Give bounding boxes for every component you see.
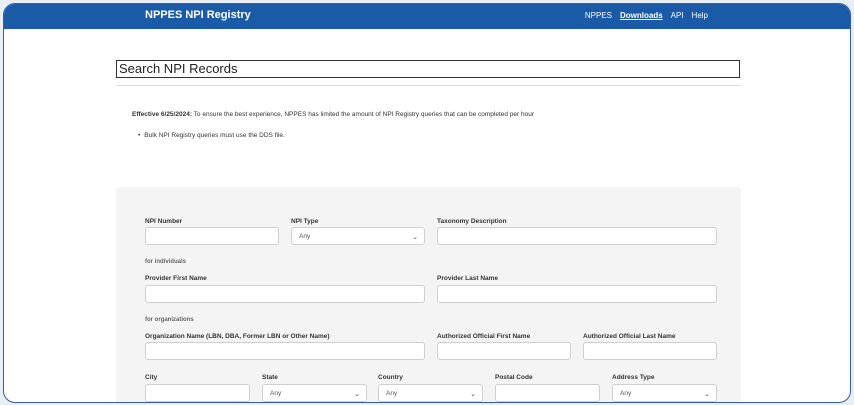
country-select[interactable]: Any ⌄ (378, 384, 483, 402)
chevron-down-icon: ⌄ (704, 391, 710, 398)
notice-bullet: Bulk NPI Registry queries must use the D… (138, 132, 285, 139)
site-brand[interactable]: NPPES NPI Registry (145, 9, 251, 21)
state-value: Any (270, 390, 282, 397)
state-select[interactable]: Any ⌄ (262, 384, 367, 402)
address-type-value: Any (620, 390, 632, 397)
auth-last-input[interactable] (583, 342, 717, 360)
auth-first-input[interactable] (437, 342, 571, 360)
nav-item-downloads[interactable]: Downloads (620, 11, 663, 20)
notice-date: Effective 6/25/2024: (132, 111, 192, 118)
country-value: Any (386, 390, 398, 397)
auth-first-label: Authorized Official First Name (437, 333, 531, 340)
first-name-input[interactable] (145, 285, 425, 303)
nav-item-nppes[interactable]: NPPES (585, 11, 612, 20)
nav-menu: NPPES Downloads API Help (585, 11, 708, 20)
last-name-input[interactable] (437, 285, 717, 303)
state-label: State (262, 374, 278, 381)
notice-body: To ensure the best experience, NPPES has… (191, 111, 535, 118)
npi-type-select[interactable]: Any ⌄ (291, 227, 425, 245)
nav-item-help[interactable]: Help (692, 11, 708, 20)
top-nav-bar: NPPES NPI Registry NPPES Downloads API H… (4, 4, 850, 29)
taxonomy-input[interactable] (437, 227, 717, 245)
page-title-box: Search NPI Records (116, 60, 740, 78)
auth-last-label: Authorized Official Last Name (583, 333, 676, 340)
chevron-down-icon: ⌄ (470, 391, 476, 398)
notice-text: Effective 6/25/2024: To ensure the best … (132, 111, 534, 118)
npi-number-label: NPI Number (145, 218, 183, 225)
individuals-heading: for individuals (145, 259, 187, 265)
chevron-down-icon: ⌄ (412, 234, 418, 241)
divider (116, 85, 741, 86)
last-name-label: Provider Last Name (437, 275, 499, 282)
org-name-input[interactable] (145, 342, 425, 360)
country-label: Country (378, 374, 403, 381)
address-type-label: Address Type (612, 374, 655, 381)
first-name-label: Provider First Name (145, 275, 207, 282)
org-name-label: Organization Name (LBN, DBA, Former LBN … (145, 333, 330, 340)
postal-code-label: Postal Code (495, 374, 533, 381)
taxonomy-label: Taxonomy Description (437, 218, 507, 225)
city-label: City (145, 374, 158, 381)
chevron-down-icon: ⌄ (354, 391, 360, 398)
npi-type-value: Any (299, 233, 311, 240)
address-type-select[interactable]: Any ⌄ (612, 384, 717, 402)
npi-number-input[interactable] (145, 227, 279, 245)
browser-frame: NPPES NPI Registry NPPES Downloads API H… (3, 3, 851, 403)
organizations-heading: for organizations (145, 317, 194, 323)
search-form-panel: NPI Number NPI Type Any ⌄ Taxonomy Descr… (116, 187, 741, 402)
npi-type-label: NPI Type (291, 218, 319, 225)
city-input[interactable] (145, 384, 250, 402)
page-title: Search NPI Records (119, 61, 238, 76)
postal-code-input[interactable] (495, 384, 600, 402)
nav-item-api[interactable]: API (671, 11, 684, 20)
